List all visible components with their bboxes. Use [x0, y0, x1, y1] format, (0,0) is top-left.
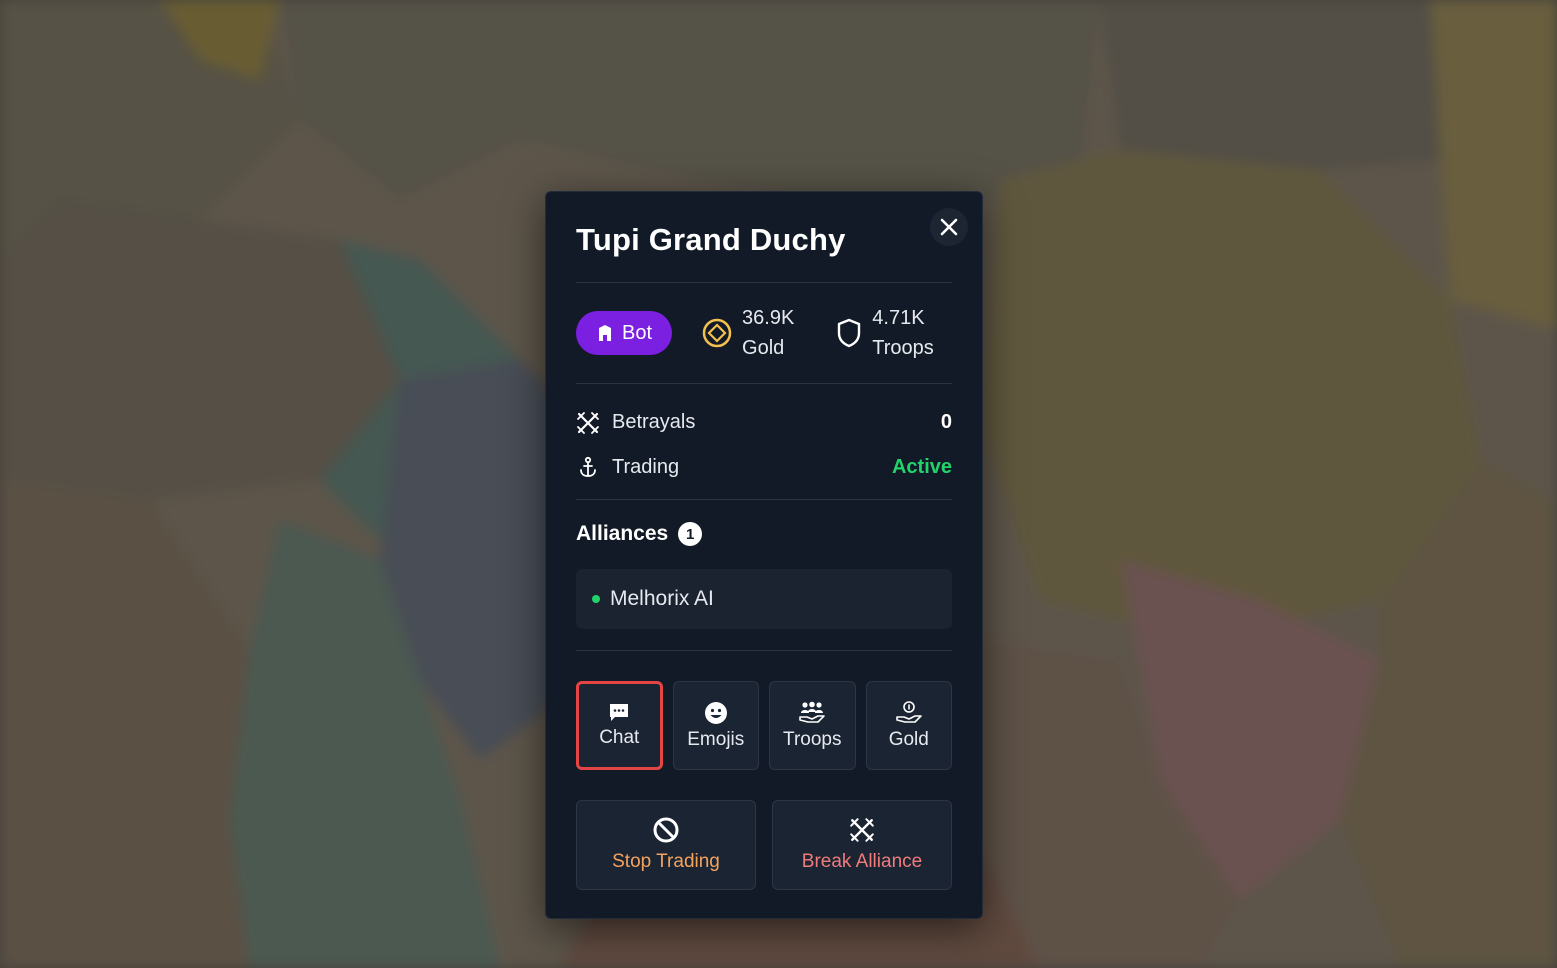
alliances-section: Alliances 1 Melhorix AI	[576, 500, 952, 651]
bot-badge: Bot	[576, 311, 673, 355]
break-alliance-button[interactable]: Break Alliance	[772, 800, 952, 890]
emojis-button[interactable]: Emojis	[672, 681, 760, 770]
break-alliance-label: Break Alliance	[801, 851, 923, 872]
trading-label: Trading	[612, 456, 680, 478]
shield-icon	[838, 318, 861, 348]
trading-row: Trading Active	[576, 445, 952, 490]
ban-icon	[653, 817, 679, 843]
troops-value: 4.71K	[872, 307, 925, 329]
troops-label: Troops	[872, 337, 934, 359]
betrayals-row: Betrayals 0	[576, 400, 952, 445]
betrayals-label: Betrayals	[612, 411, 696, 433]
gold-coin-icon	[702, 318, 732, 348]
smiley-icon	[704, 701, 727, 724]
alliance-name: Melhorix AI	[610, 587, 714, 610]
player-info-panel: Tupi Grand Duchy Bot 36.9K Gold 4.71K Tr…	[545, 191, 983, 919]
action-buttons: Chat Emojis Troops Gold	[576, 651, 953, 770]
gold-give-icon	[895, 700, 922, 723]
crossed-swords-icon	[850, 818, 874, 842]
troops-icon	[799, 701, 826, 723]
panel-header: Tupi Grand Duchy	[576, 192, 968, 283]
betrayals-value: 0	[940, 411, 952, 433]
alliances-count-badge: 1	[678, 522, 703, 546]
chat-button[interactable]: Chat	[576, 681, 663, 770]
gold-stat: 36.9K Gold	[702, 303, 794, 363]
panel-title: Tupi Grand Duchy	[576, 222, 846, 257]
building-icon	[599, 325, 611, 341]
chat-bubble-icon	[610, 703, 629, 721]
gold-button[interactable]: Gold	[865, 681, 953, 770]
crossed-swords-icon	[577, 411, 599, 434]
stats-row: Bot 36.9K Gold 4.71K Troops	[576, 283, 952, 384]
gold-value: 36.9K	[742, 307, 795, 329]
info-rows: Betrayals 0 Trading Active	[576, 384, 952, 500]
alliance-actions: Stop Trading Break Alliance	[576, 770, 952, 890]
troops-button[interactable]: Troops	[769, 681, 856, 770]
status-dot	[592, 595, 600, 603]
close-button[interactable]	[930, 208, 968, 246]
alliances-title: Alliances	[576, 522, 669, 545]
emojis-label: Emojis	[687, 728, 745, 750]
stop-trading-button[interactable]: Stop Trading	[576, 800, 756, 890]
gold-label: Gold	[742, 337, 785, 359]
chat-label: Chat	[599, 726, 640, 748]
bot-badge-label: Bot	[622, 321, 653, 344]
gold-action-label: Gold	[888, 728, 929, 750]
stop-trading-label: Stop Trading	[612, 851, 720, 872]
close-icon	[940, 218, 958, 236]
troops-stat: 4.71K Troops	[836, 303, 934, 363]
alliance-list-item[interactable]: Melhorix AI	[576, 569, 952, 629]
anchor-icon	[580, 456, 596, 477]
trading-status: Active	[891, 456, 952, 478]
troops-action-label: Troops	[783, 728, 842, 750]
